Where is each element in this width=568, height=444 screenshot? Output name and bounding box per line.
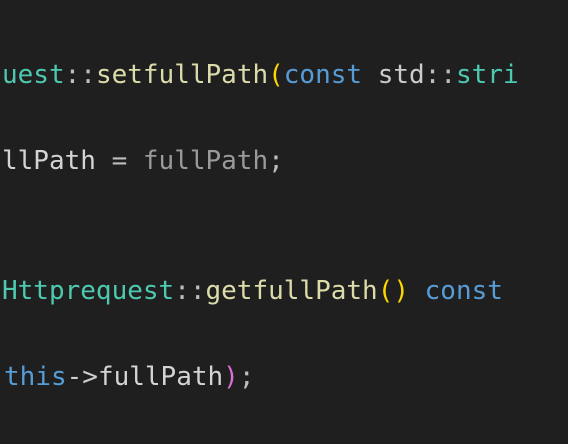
member-access-token: fullPath [97, 362, 224, 392]
namespace-token: std [377, 60, 425, 90]
this-keyword-token: this [4, 362, 67, 392]
arrow-operator-token: -> [66, 362, 98, 392]
code-line-setfullpath-signature[interactable]: uest::setfullPath(const std::stri [2, 55, 519, 95]
scope-operator-token: :: [64, 60, 96, 90]
code-line-return-member[interactable]: this->fullPath); [4, 357, 254, 397]
code-line-assignment[interactable]: llPath = fullPath; [2, 141, 284, 181]
semicolon-token: ; [238, 362, 255, 392]
type-name-token: stri [456, 60, 519, 90]
const-keyword-token: const [424, 276, 503, 306]
class-name-token: Httprequest [2, 276, 175, 306]
member-identifier-token: llPath [2, 146, 96, 176]
const-keyword-token: const [283, 60, 363, 90]
function-name-token: setfullPath [95, 60, 269, 90]
parameter-identifier-token: fullPath [142, 146, 269, 176]
parens-token: () [377, 276, 409, 306]
assignment-operator-token: = [95, 146, 143, 176]
scope-operator-token: :: [174, 276, 206, 306]
code-line-getfullpath-signature[interactable]: Httprequest::getfullPath() const [2, 271, 503, 311]
open-paren-token: ( [268, 60, 284, 90]
code-editor[interactable]: uest::setfullPath(const std::stri llPath… [0, 0, 568, 444]
scope-operator-token: :: [424, 60, 456, 90]
function-name-token: getfullPath [205, 276, 378, 306]
semicolon-token: ; [268, 146, 284, 176]
class-name-token: uest [2, 60, 65, 90]
close-paren-token: ) [223, 362, 239, 392]
